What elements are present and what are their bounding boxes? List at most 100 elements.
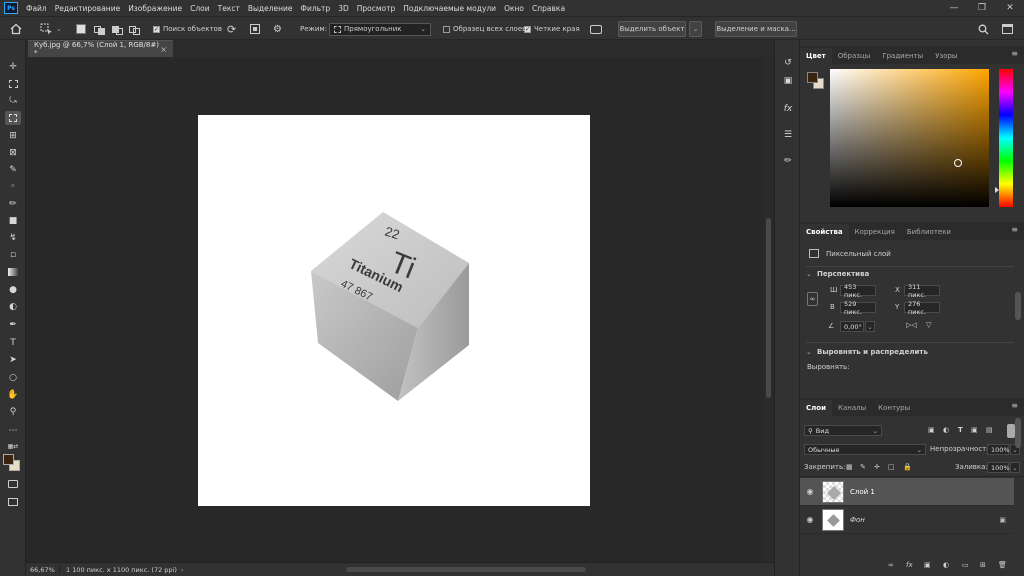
blur-tool-icon[interactable]: ● — [5, 283, 21, 297]
object-selection-tool-icon[interactable]: ⌄ — [40, 21, 62, 37]
add-style-fx-icon[interactable]: fx — [906, 561, 913, 569]
tab-color[interactable]: Цвет — [800, 48, 832, 64]
link-layers-icon[interactable]: ∞ — [888, 561, 894, 569]
mode-select[interactable]: Прямоугольник ⌄ — [329, 21, 431, 37]
blend-mode-select[interactable]: Обычные ⌄ — [804, 444, 926, 455]
new-adjustment-icon[interactable]: ◐ — [943, 561, 949, 569]
select-and-mask-button[interactable]: Выделение и маска... — [715, 21, 797, 37]
chevron-down-icon[interactable]: ⌄ — [1010, 462, 1020, 473]
add-mask-icon[interactable]: ▣ — [924, 561, 931, 569]
chevron-right-icon[interactable]: › — [181, 566, 184, 574]
history-brush-tool-icon[interactable]: ↯ — [5, 231, 21, 245]
show-objects-icon[interactable] — [250, 21, 260, 37]
workspace-icon[interactable] — [1002, 21, 1013, 37]
hand-tool-icon[interactable]: ✋ — [5, 388, 21, 402]
eye-icon[interactable]: ◉ — [800, 515, 820, 524]
menu-type[interactable]: Текст — [214, 4, 244, 13]
eraser-tool-icon[interactable]: ▫ — [5, 248, 21, 262]
tab-adjustments[interactable]: Коррекция — [849, 224, 901, 240]
layer-row-layer1[interactable]: ◉ Слой 1 — [800, 478, 1014, 506]
delete-layer-icon[interactable]: 🗑 — [998, 561, 1007, 569]
foreground-color-chip[interactable] — [807, 72, 818, 83]
move-tool-icon[interactable]: ✛ — [5, 60, 21, 74]
hue-slider-handle[interactable] — [995, 187, 999, 193]
menu-3d[interactable]: 3D — [334, 4, 353, 13]
filter-toggle-switch[interactable] — [1007, 424, 1015, 438]
close-icon[interactable]: × — [160, 45, 167, 54]
menu-help[interactable]: Справка — [528, 4, 569, 13]
vertical-scrollbar[interactable] — [764, 58, 773, 562]
history-icon[interactable]: ↺ — [780, 56, 796, 70]
height-field[interactable]: 529 пикс. — [840, 300, 876, 316]
screen-mode-icon[interactable] — [5, 495, 21, 509]
layer-name[interactable]: Слой 1 — [850, 488, 875, 496]
menu-edit[interactable]: Редактирование — [51, 4, 124, 13]
panel-menu-icon[interactable]: ≡ — [1011, 225, 1018, 234]
properties-scrollbar[interactable] — [1015, 292, 1021, 320]
fill-field[interactable]: 100% — [987, 462, 1010, 473]
document-info[interactable]: 1 100 пикс. x 1100 пикс. (72 ppi) — [60, 566, 177, 574]
menu-filter[interactable]: Фильтр — [297, 4, 335, 13]
home-icon[interactable] — [10, 21, 22, 37]
tab-gradients[interactable]: Градиенты — [876, 48, 929, 64]
lasso-tool-icon[interactable]: ⤿ — [5, 94, 21, 108]
new-group-icon[interactable]: ▭ — [962, 561, 969, 569]
chevron-down-icon[interactable]: ⌄ — [865, 321, 875, 332]
menu-view[interactable]: Просмотр — [353, 4, 400, 13]
restore-button[interactable]: ❐ — [968, 0, 996, 16]
sample-all-layers-checkbox[interactable]: Образец всех слоев — [443, 21, 526, 37]
menu-plugins[interactable]: Подключаемые модули — [399, 4, 500, 13]
perspective-section-title[interactable]: Перспектива — [817, 270, 869, 278]
lock-image-icon[interactable]: ✎ — [860, 463, 866, 471]
filter-pixel-icon[interactable]: ▣ — [928, 426, 935, 434]
document-tab[interactable]: Куб.jpg @ 66,7% (Слой 1, RGB/8#) * × — [28, 40, 173, 57]
color-field[interactable] — [830, 69, 989, 207]
layers-scrollbar[interactable] — [1015, 418, 1021, 448]
frame-tool-icon[interactable]: ⊠ — [5, 146, 21, 160]
menu-file[interactable]: Файл — [22, 4, 51, 13]
y-field[interactable]: 276 пикс. — [904, 300, 940, 316]
zoom-tool-icon[interactable]: ⚲ — [5, 405, 21, 419]
search-icon[interactable] — [978, 21, 989, 37]
adjustments-icon[interactable]: ☰ — [780, 128, 796, 142]
more-tools-icon[interactable]: ⋯ — [5, 424, 21, 438]
x-field[interactable]: 311 пикс. — [904, 283, 940, 299]
menu-select[interactable]: Выделение — [244, 4, 297, 13]
gradient-tool-icon[interactable] — [5, 265, 21, 279]
link-icon[interactable]: ∞ — [807, 292, 818, 306]
lock-all-icon[interactable]: 🔒 — [903, 463, 912, 471]
tab-layers[interactable]: Слои — [800, 400, 832, 416]
filter-smart-object-icon[interactable]: ▤ — [986, 426, 993, 434]
panel-menu-icon[interactable]: ≡ — [1011, 49, 1018, 58]
brush-settings-icon[interactable]: ✏ — [780, 154, 796, 168]
zoom-level[interactable]: 66,67% — [26, 565, 60, 574]
filter-adjustment-icon[interactable]: ◐ — [943, 426, 949, 434]
minimize-button[interactable]: — — [940, 0, 968, 16]
refresh-icon[interactable]: ⟳ — [227, 21, 236, 37]
horizontal-scrollbar[interactable] — [346, 567, 586, 572]
shape-tool-icon[interactable]: ○ — [5, 371, 21, 385]
crop-tool-icon[interactable]: ⊞ — [5, 129, 21, 143]
clone-stamp-tool-icon[interactable]: ■ — [5, 214, 21, 228]
foreground-color-swatch[interactable] — [3, 454, 14, 465]
pen-tool-icon[interactable]: ✒ — [5, 318, 21, 332]
feedback-icon[interactable] — [590, 21, 602, 37]
opacity-field[interactable]: 100% — [987, 444, 1010, 455]
tab-swatches[interactable]: Образцы — [832, 48, 877, 64]
align-section-title[interactable]: Выровнять и распределить — [817, 348, 928, 356]
menu-layer[interactable]: Слои — [186, 4, 214, 13]
flip-horizontal-icon[interactable]: ▷◁ — [906, 321, 917, 329]
eye-icon[interactable]: ◉ — [800, 487, 820, 496]
new-layer-icon[interactable]: ⊞ — [980, 561, 986, 569]
intersect-selection-icon[interactable] — [129, 21, 140, 37]
path-selection-tool-icon[interactable]: ➤ — [5, 353, 21, 367]
menu-window[interactable]: Окно — [500, 4, 528, 13]
layer-filter-select[interactable]: ⚲ Вид ⌄ — [804, 425, 882, 436]
filter-shape-icon[interactable]: ▣ — [971, 426, 978, 434]
add-to-selection-icon[interactable] — [94, 21, 105, 37]
chevron-down-icon[interactable]: ⌄ — [806, 348, 812, 356]
layer-row-background[interactable]: ◉ Фон ▣ — [800, 506, 1014, 534]
width-field[interactable]: 453 пикс. — [840, 283, 876, 299]
select-object-dropdown[interactable]: ⌄ — [689, 21, 702, 37]
tab-paths[interactable]: Контуры — [872, 400, 916, 416]
